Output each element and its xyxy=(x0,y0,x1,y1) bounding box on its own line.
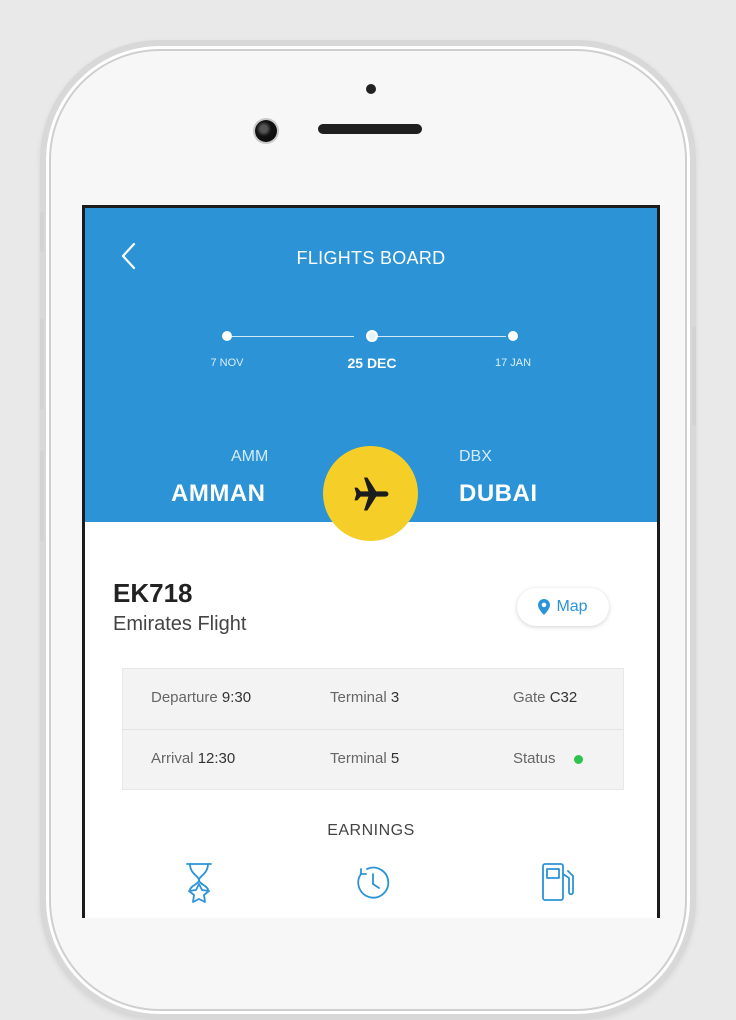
volume-down-button xyxy=(40,450,44,542)
timeline-dot-dec[interactable] xyxy=(366,330,378,342)
status-cell: Status xyxy=(513,750,583,767)
volume-up-button xyxy=(40,318,44,410)
arrival-cell: Arrival 12:30 xyxy=(151,750,235,767)
gate-label: Gate xyxy=(513,689,546,706)
origin-city: AMMAN xyxy=(171,480,266,507)
gate-value: C32 xyxy=(549,689,578,706)
map-button[interactable]: Map xyxy=(517,588,609,626)
arrival-row: Arrival 12:30 Terminal 5 Status xyxy=(123,730,623,790)
map-pin-icon xyxy=(538,599,551,615)
proximity-sensor xyxy=(366,84,376,94)
airline-name: Emirates Flight xyxy=(113,613,247,635)
gate-cell: Gate C32 xyxy=(513,689,577,706)
destination-city: DUBAI xyxy=(459,480,538,507)
arrival-terminal: 5 xyxy=(390,750,400,767)
status-label: Status xyxy=(513,750,556,767)
front-camera xyxy=(255,120,277,142)
app-screen: FLIGHTS BOARD 7 NOV 25 DEC 17 JAN AMM AM… xyxy=(82,205,660,918)
page-title: FLIGHTS BOARD xyxy=(296,248,446,268)
mute-switch xyxy=(40,212,44,252)
timeline-date-dec[interactable]: 25 DEC xyxy=(327,355,417,371)
timeline-dot-nov[interactable] xyxy=(222,331,232,341)
departure-cell: Departure 9:30 xyxy=(151,689,251,706)
departure-row: Departure 9:30 Terminal 3 Gate C32 xyxy=(123,669,623,730)
hourglass-star-icon[interactable] xyxy=(179,860,219,904)
destination-code: DBX xyxy=(459,448,492,465)
fuel-pump-icon[interactable] xyxy=(537,860,577,904)
departure-terminal: 3 xyxy=(390,689,400,706)
earpiece-speaker xyxy=(318,124,422,134)
departure-terminal-cell: Terminal 3 xyxy=(330,689,399,706)
arrival-terminal-cell: Terminal 5 xyxy=(330,750,399,767)
status-indicator xyxy=(573,754,583,764)
terminal-label: Terminal xyxy=(330,689,387,706)
timeline-line xyxy=(232,336,354,337)
timeline-line xyxy=(378,336,506,337)
clock-icon[interactable] xyxy=(353,860,393,904)
map-button-label: Map xyxy=(556,598,588,615)
flight-number: EK718 xyxy=(113,578,193,608)
flight-toggle-button[interactable] xyxy=(323,446,418,541)
departure-time: 9:30 xyxy=(221,689,252,706)
earnings-title: EARNINGS xyxy=(327,822,415,839)
timeline-date-jan[interactable]: 17 JAN xyxy=(468,357,558,369)
date-timeline: 7 NOV 25 DEC 17 JAN xyxy=(85,330,657,380)
origin-code: AMM xyxy=(231,448,269,465)
arrival-time: 12:30 xyxy=(197,750,236,767)
flight-details-table: Departure 9:30 Terminal 3 Gate C32 Arriv… xyxy=(122,668,624,790)
airplane-icon xyxy=(354,477,388,510)
timeline-date-nov[interactable]: 7 NOV xyxy=(182,357,272,369)
power-button xyxy=(692,326,696,426)
terminal-label: Terminal xyxy=(330,750,387,767)
departure-label: Departure xyxy=(151,689,218,706)
timeline-dot-jan[interactable] xyxy=(508,331,518,341)
arrival-label: Arrival xyxy=(151,750,194,767)
